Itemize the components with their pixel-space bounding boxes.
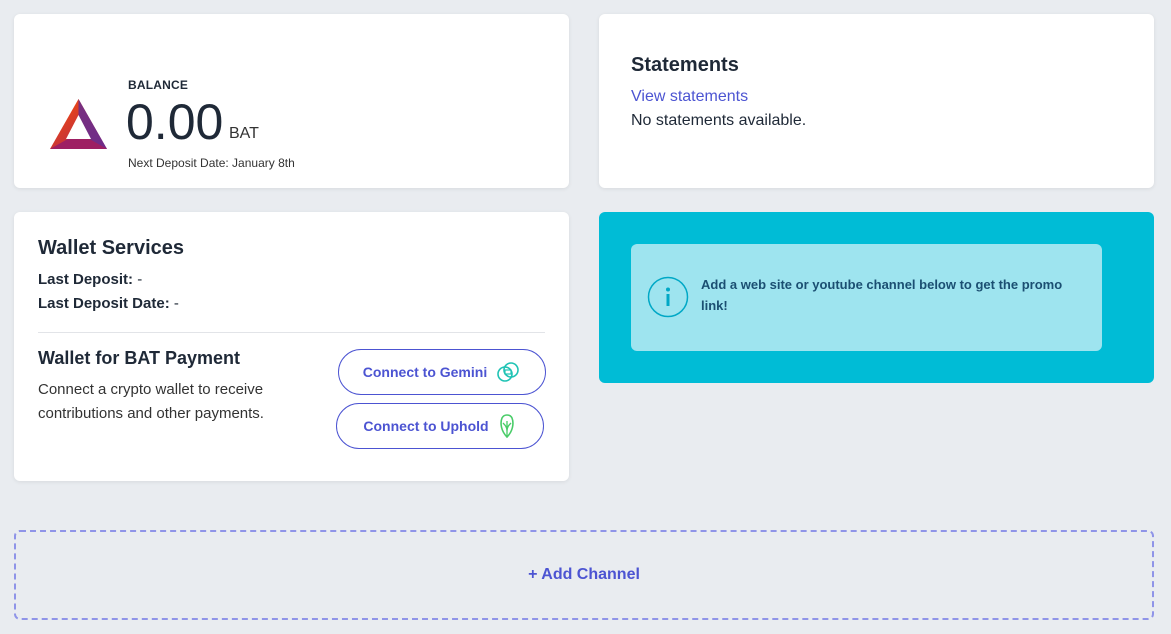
connect-gemini-label: Connect to Gemini xyxy=(362,364,488,380)
last-deposit-label: Last Deposit: xyxy=(38,271,134,288)
balance-label: BALANCE xyxy=(128,78,189,92)
connect-uphold-label: Connect to Uphold xyxy=(363,418,489,434)
wallet-services-card: Wallet Services Last Deposit: - Last Dep… xyxy=(14,212,569,481)
promo-info-box: Add a web site or youtube channel below … xyxy=(631,244,1102,351)
last-deposit-date-row: Last Deposit Date: - xyxy=(38,295,179,312)
balance-card: BALANCE 0.00 BAT Next Deposit Date: Janu… xyxy=(14,14,569,188)
connect-gemini-button[interactable]: Connect to Gemini xyxy=(338,349,546,395)
last-deposit-date-label: Last Deposit Date: xyxy=(38,295,170,312)
promo-message: Add a web site or youtube channel below … xyxy=(701,277,1063,313)
wallet-services-title: Wallet Services xyxy=(38,237,185,259)
wallet-payment-description: Connect a crypto wallet to receive contr… xyxy=(38,381,264,422)
info-icon xyxy=(647,276,689,318)
view-statements-link[interactable]: View statements xyxy=(631,88,748,106)
last-deposit-value: - xyxy=(137,271,143,288)
promo-card: Add a web site or youtube channel below … xyxy=(599,212,1154,383)
wallet-payment-title: Wallet for BAT Payment xyxy=(38,348,241,368)
divider xyxy=(38,332,545,333)
statements-card: Statements View statements No statements… xyxy=(599,14,1154,188)
next-deposit-date: Next Deposit Date: January 8th xyxy=(128,156,295,170)
statements-empty-message: No statements available. xyxy=(631,112,807,129)
gemini-icon xyxy=(497,362,520,382)
balance-amount: 0.00 xyxy=(126,94,224,150)
connect-uphold-button[interactable]: Connect to Uphold xyxy=(336,403,544,449)
bat-logo-icon xyxy=(50,99,107,149)
statements-title: Statements xyxy=(631,54,739,76)
add-channel-button[interactable]: + Add Channel xyxy=(14,530,1154,620)
balance-unit: BAT xyxy=(229,125,259,142)
last-deposit-row: Last Deposit: - xyxy=(38,271,142,288)
add-channel-label: + Add Channel xyxy=(528,566,640,583)
last-deposit-date-value: - xyxy=(173,295,179,312)
uphold-icon xyxy=(499,414,514,439)
